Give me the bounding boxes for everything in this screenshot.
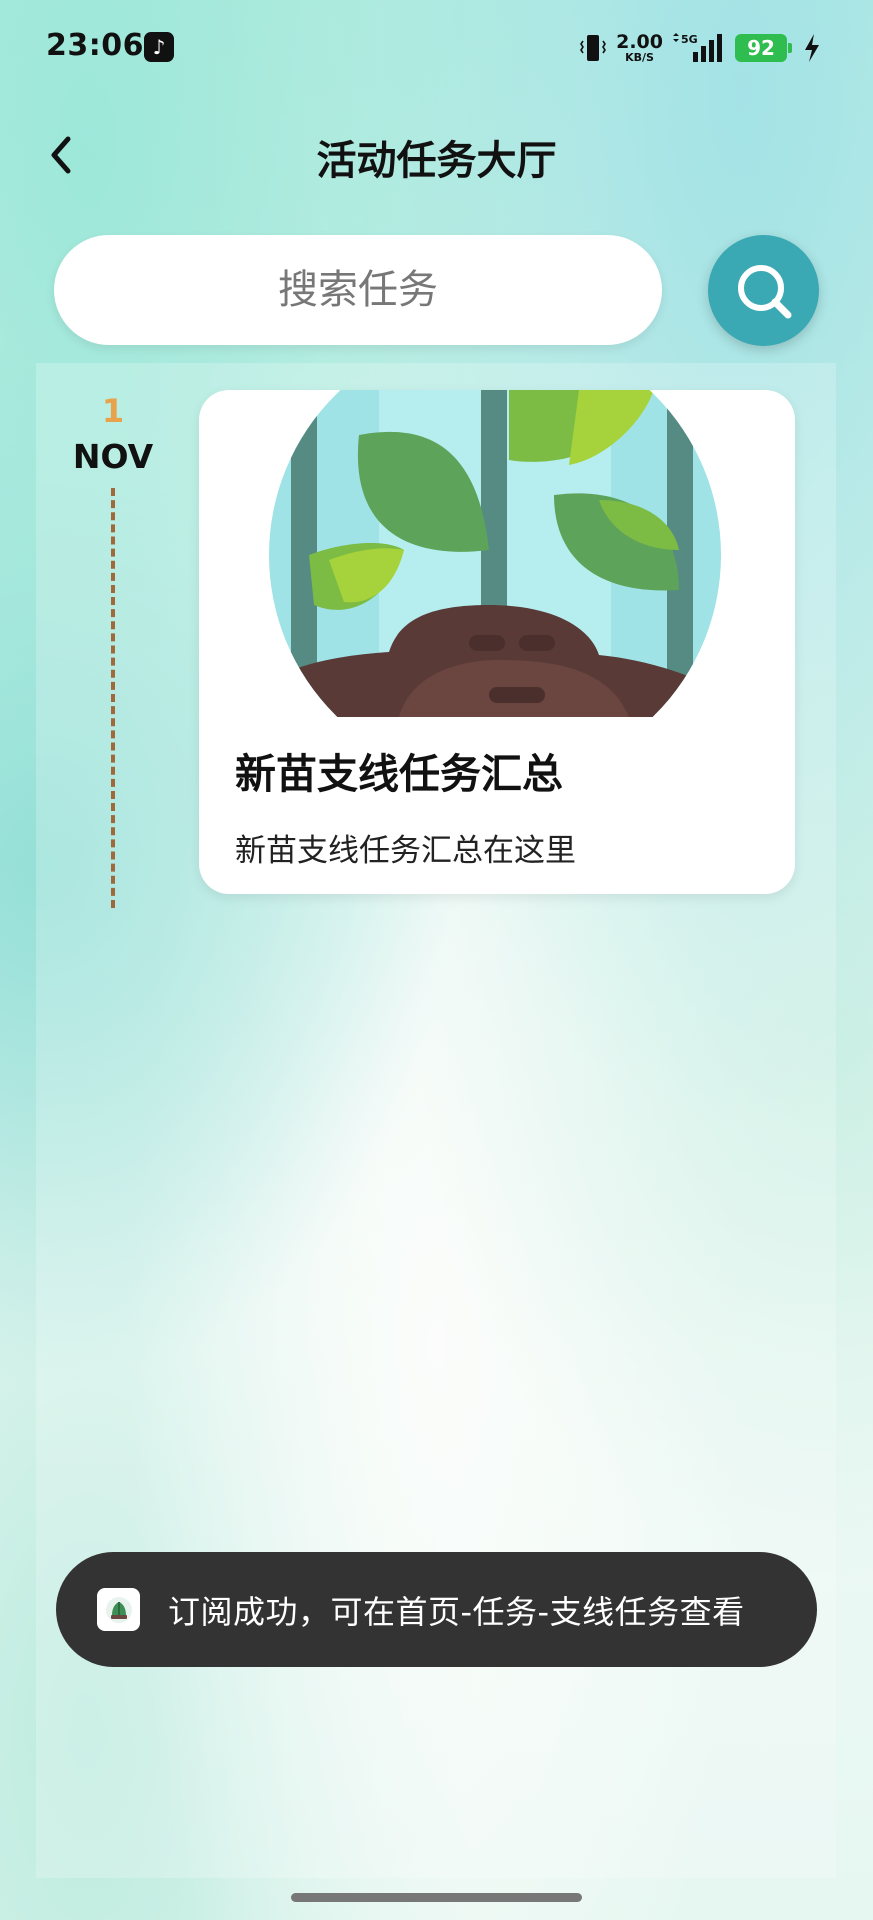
app-logo-graphic (105, 1596, 132, 1623)
battery-indicator: 92 (735, 34, 792, 62)
search-icon (737, 264, 791, 318)
page-title: 活动任务大厅 (316, 138, 557, 184)
status-time: 23:06 (46, 28, 144, 63)
timeline-line (111, 488, 115, 908)
status-bar: 23:06 ♪ 2.00 KB/S 5G 92 (0, 0, 873, 96)
task-description: 新苗支线任务汇总在这里 (235, 833, 576, 869)
signal-label: 5G (681, 33, 698, 46)
timeline-day: 1 (101, 392, 125, 430)
tiktok-icon: ♪ (144, 32, 174, 62)
network-speed: 2.00 KB/S (616, 31, 663, 64)
search-box[interactable] (54, 235, 662, 345)
status-indicators: 2.00 KB/S 5G 92 (578, 28, 821, 68)
charging-bolt-icon (805, 34, 819, 62)
task-title: 新苗支线任务汇总 (235, 750, 563, 798)
toast-message: 订阅成功，可在首页-任务-支线任务查看 (168, 1592, 745, 1631)
vibrate-icon (580, 35, 607, 61)
toast-notification: 订阅成功，可在首页-任务-支线任务查看 (56, 1552, 817, 1667)
network-speed-unit: KB/S (625, 51, 654, 64)
search-input[interactable] (54, 266, 662, 314)
search-button[interactable] (708, 235, 819, 346)
timeline-month: NOV (72, 437, 154, 476)
signal-5g-icon: 5G (673, 33, 722, 62)
home-indicator[interactable] (291, 1893, 582, 1902)
app-logo-icon (97, 1588, 140, 1631)
seedling-plant-image (269, 390, 721, 717)
task-card[interactable]: 新苗支线任务汇总 新苗支线任务汇总在这里 (199, 390, 795, 894)
network-speed-value: 2.00 (616, 31, 663, 53)
